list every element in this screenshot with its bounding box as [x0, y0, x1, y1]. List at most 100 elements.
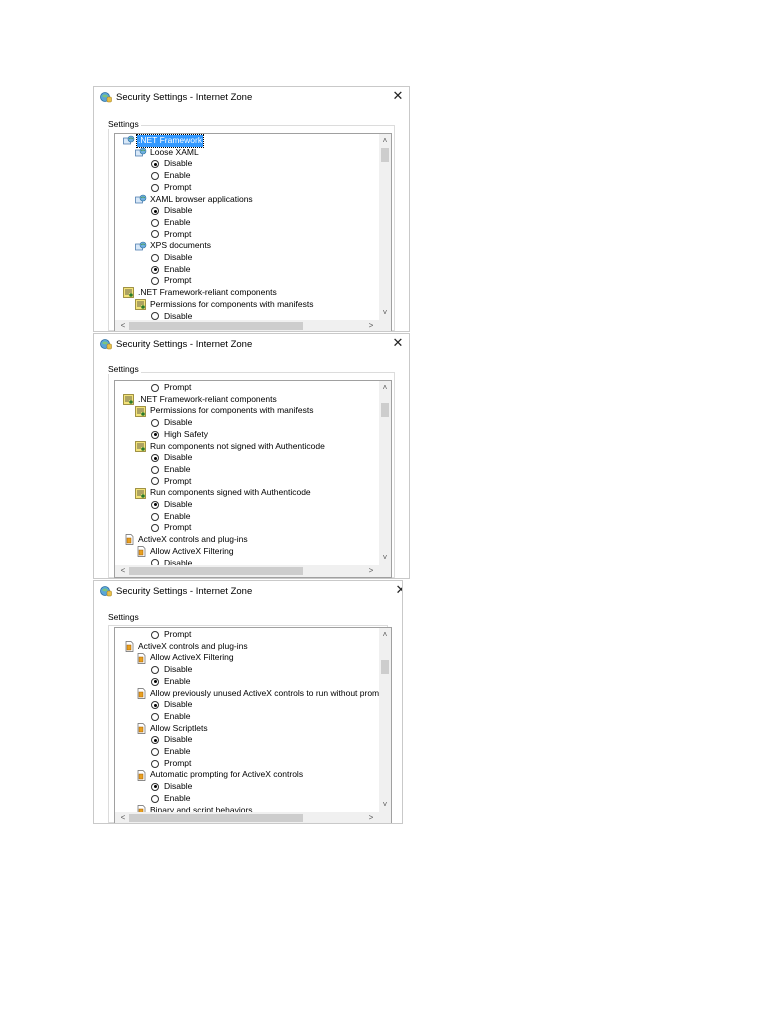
settings-category[interactable]: Run components signed with Authenticode	[135, 487, 312, 499]
radio-button[interactable]	[151, 253, 159, 262]
radio-button[interactable]	[151, 794, 159, 803]
horizontal-scroll-thumb[interactable]	[129, 814, 303, 822]
radio-option[interactable]: Disable	[151, 452, 193, 464]
radio-option[interactable]: Prompt	[151, 629, 192, 641]
settings-category[interactable]: Allow Scriptlets	[135, 723, 209, 735]
radio-option[interactable]: Disable	[151, 499, 193, 511]
settings-category[interactable]: Allow ActiveX Filtering	[135, 652, 235, 664]
horizontal-scroll-thumb[interactable]	[129, 322, 303, 330]
settings-category[interactable]: ActiveX controls and plug-ins	[123, 641, 249, 653]
radio-button[interactable]	[151, 477, 159, 486]
scroll-right-arrow[interactable]: >	[365, 566, 377, 576]
radio-option[interactable]: Disable	[151, 734, 193, 746]
radio-option[interactable]: Enable	[151, 264, 191, 276]
settings-category[interactable]: Loose XAML	[135, 147, 200, 159]
scroll-left-arrow[interactable]: <	[117, 321, 129, 331]
vertical-scroll-thumb[interactable]	[381, 660, 389, 674]
radio-button-checked[interactable]	[151, 265, 159, 274]
radio-option[interactable]: Enable	[151, 170, 191, 182]
radio-button-checked[interactable]	[151, 207, 159, 216]
scroll-right-arrow[interactable]: >	[365, 321, 377, 331]
radio-option[interactable]: Prompt	[151, 275, 192, 287]
settings-category[interactable]: Permissions for components with manifest…	[135, 299, 314, 311]
settings-tree[interactable]: Prompt .NET Framework-reliant components P…	[114, 380, 392, 578]
radio-button[interactable]	[151, 183, 159, 192]
settings-category[interactable]: Run components not signed with Authentic…	[135, 441, 326, 453]
radio-button-checked[interactable]	[151, 701, 159, 710]
horizontal-scrollbar[interactable]: < >	[115, 812, 379, 823]
settings-category[interactable]: Allow ActiveX Filtering	[135, 546, 235, 558]
radio-option[interactable]: Disable	[151, 205, 193, 217]
horizontal-scrollbar[interactable]: < >	[115, 565, 379, 577]
vertical-scrollbar[interactable]: ˄ ˅	[379, 134, 391, 320]
horizontal-scrollbar[interactable]: < >	[115, 320, 379, 331]
radio-option[interactable]: Disable	[151, 158, 193, 170]
settings-category[interactable]: Binary and script behaviors	[135, 805, 254, 812]
settings-category[interactable]: XPS documents	[135, 240, 212, 252]
settings-category[interactable]: ActiveX controls and plug-ins	[123, 534, 249, 546]
radio-button[interactable]	[151, 277, 159, 286]
settings-category[interactable]: .NET Framework-reliant components	[123, 394, 278, 406]
radio-option[interactable]: Prompt	[151, 182, 192, 194]
radio-option[interactable]: Prompt	[151, 758, 192, 770]
scroll-up-arrow[interactable]: ˄	[379, 630, 391, 640]
scroll-down-arrow[interactable]: ˅	[379, 800, 391, 810]
radio-button[interactable]	[151, 383, 159, 392]
radio-option[interactable]: Disable	[151, 311, 193, 320]
vertical-scrollbar[interactable]: ˄ ˅	[379, 628, 391, 812]
vertical-scroll-thumb[interactable]	[381, 403, 389, 417]
radio-button[interactable]	[151, 747, 159, 756]
settings-tree[interactable]: .NET Framework Loose XAML Disable Enable Pro…	[114, 133, 392, 331]
settings-category[interactable]: Permissions for components with manifest…	[135, 405, 314, 417]
radio-button[interactable]	[151, 218, 159, 227]
radio-option[interactable]: Disable	[151, 699, 193, 711]
scroll-up-arrow[interactable]: ˄	[379, 136, 391, 146]
radio-option[interactable]: Prompt	[151, 229, 192, 241]
close-button[interactable]: ✕	[391, 336, 405, 350]
scroll-left-arrow[interactable]: <	[117, 813, 129, 823]
radio-option[interactable]: Enable	[151, 676, 191, 688]
radio-button[interactable]	[151, 230, 159, 239]
radio-button-checked[interactable]	[151, 782, 159, 791]
scroll-up-arrow[interactable]: ˄	[379, 383, 391, 393]
scroll-down-arrow[interactable]: ˅	[379, 308, 391, 318]
radio-button[interactable]	[151, 171, 159, 180]
scroll-down-arrow[interactable]: ˅	[379, 553, 391, 563]
radio-option[interactable]: Disable	[151, 558, 193, 565]
radio-option[interactable]: Enable	[151, 464, 191, 476]
radio-option[interactable]: Disable	[151, 664, 193, 676]
settings-category[interactable]: .NET Framework	[123, 134, 205, 148]
radio-button[interactable]	[151, 524, 159, 533]
radio-option[interactable]: Enable	[151, 217, 191, 229]
radio-button[interactable]	[151, 630, 159, 639]
radio-button[interactable]	[151, 759, 159, 768]
radio-option[interactable]: Prompt	[151, 382, 192, 394]
vertical-scroll-thumb[interactable]	[381, 148, 389, 162]
radio-option[interactable]: Disable	[151, 781, 193, 793]
radio-option[interactable]: Enable	[151, 793, 191, 805]
radio-button[interactable]	[151, 665, 159, 674]
radio-button-checked[interactable]	[151, 454, 159, 463]
radio-option[interactable]: Enable	[151, 746, 191, 758]
radio-option[interactable]: Enable	[151, 511, 191, 523]
radio-button-checked[interactable]	[151, 677, 159, 686]
scroll-left-arrow[interactable]: <	[117, 566, 129, 576]
radio-button[interactable]	[151, 712, 159, 721]
settings-category[interactable]: Allow previously unused ActiveX controls…	[135, 688, 379, 700]
horizontal-scroll-thumb[interactable]	[129, 567, 303, 575]
settings-category[interactable]: XAML browser applications	[135, 194, 254, 206]
radio-option[interactable]: Prompt	[151, 522, 192, 534]
radio-button-checked[interactable]	[151, 736, 159, 745]
scroll-right-arrow[interactable]: >	[365, 813, 377, 823]
radio-button-checked[interactable]	[151, 500, 159, 509]
radio-option[interactable]: High Safety	[151, 429, 209, 441]
settings-tree[interactable]: Prompt ActiveX controls and plug-ins Allow…	[114, 627, 392, 823]
radio-button-checked[interactable]	[151, 160, 159, 169]
close-button[interactable]: ✕	[394, 583, 402, 597]
vertical-scrollbar[interactable]: ˄ ˅	[379, 381, 391, 565]
settings-category[interactable]: .NET Framework-reliant components	[123, 287, 278, 299]
radio-button[interactable]	[151, 512, 159, 521]
radio-button[interactable]	[151, 418, 159, 427]
radio-button[interactable]	[151, 465, 159, 474]
radio-option[interactable]: Prompt	[151, 476, 192, 488]
